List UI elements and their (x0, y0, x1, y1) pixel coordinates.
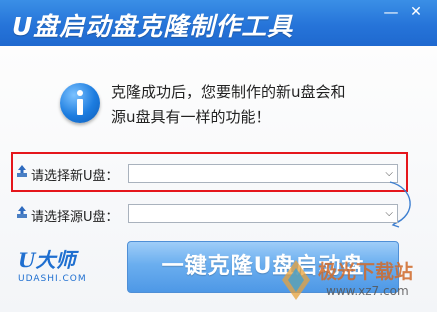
source-disk-label: 请选择源U盘： (31, 210, 119, 225)
watermark-url: www.xz7.com (326, 284, 409, 298)
highlight-box (11, 152, 408, 192)
info-message-line1: 克隆成功后，您要制作的新u盘会和 (111, 83, 346, 101)
window-title: U盘启动盘克隆制作工具 (12, 12, 294, 41)
source-disk-select[interactable]: ⌵ (128, 204, 398, 223)
brand-logo: U大师 UDASHI.COM (18, 244, 86, 284)
close-button[interactable]: ✕ (405, 3, 427, 21)
watermark: 极光下载站 www.xz7.com (270, 252, 435, 310)
title-bar: U盘启动盘克隆制作工具 — ✕ (0, 0, 437, 46)
chevron-down-icon: ⌵ (385, 208, 393, 219)
info-message: 克隆成功后，您要制作的新u盘会和 源u盘具有一样的功能！ (111, 80, 401, 130)
info-message-line2: 源u盘具有一样的功能！ (111, 108, 271, 126)
minimize-button[interactable]: — (380, 3, 402, 21)
watermark-title: 极光下载站 (318, 261, 414, 283)
brand-mark: U大师 (18, 248, 76, 272)
watermark-logo-icon (282, 260, 310, 300)
info-icon (60, 83, 100, 123)
brand-text: UDASHI.COM (18, 274, 87, 284)
usb-upload-icon (17, 206, 27, 218)
